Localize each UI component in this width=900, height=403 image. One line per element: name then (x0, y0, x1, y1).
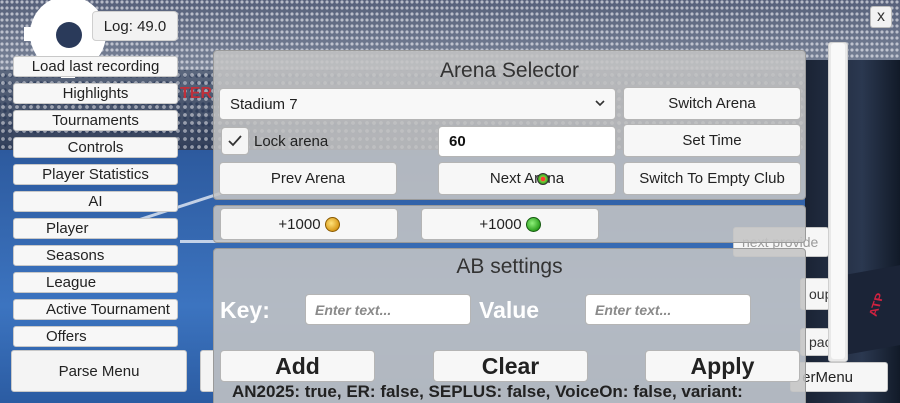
prev-arena-button[interactable]: Prev Arena (219, 162, 397, 195)
parse-menu-button[interactable]: Parse Menu (11, 350, 187, 392)
scrollbar[interactable] (828, 42, 848, 362)
menu-tournaments[interactable]: Tournaments (13, 110, 178, 131)
key-label: Key: (220, 297, 270, 323)
add-coins-button[interactable]: +1000 (220, 208, 398, 240)
key-input[interactable]: Enter text... (305, 294, 471, 325)
menu-player[interactable]: Player (13, 218, 178, 239)
add-gems-label: +1000 (479, 215, 522, 233)
green-gem-icon (525, 216, 541, 232)
add-gems-button[interactable]: +1000 (421, 208, 599, 240)
cursor-indicator-icon (537, 173, 549, 185)
add-coins-label: +1000 (278, 215, 321, 233)
checkmark-icon (228, 135, 242, 147)
clear-button[interactable]: Clear (433, 350, 588, 382)
next-arena-button[interactable]: Next Arena (438, 162, 616, 195)
value-label: Value (479, 297, 540, 323)
arena-dropdown-value: Stadium 7 (230, 95, 298, 113)
menu-ai[interactable]: AI (13, 191, 178, 212)
apply-button[interactable]: Apply (645, 350, 800, 382)
chevron-down-icon (595, 100, 605, 107)
arena-dropdown[interactable]: Stadium 7 (219, 88, 616, 120)
menu-controls[interactable]: Controls (13, 137, 178, 158)
ab-flags-text: AN2025: true, ER: false, SEPLUS: false, … (232, 382, 743, 401)
close-icon[interactable]: x (870, 6, 892, 28)
ab-settings-title: AB settings (456, 255, 563, 278)
arena-selector-title: Arena Selector (440, 59, 579, 82)
menu-seasons[interactable]: Seasons (13, 245, 178, 266)
menu-active-tournament[interactable]: Active Tournament (13, 299, 178, 320)
menu-league[interactable]: League (13, 272, 178, 293)
lock-arena-label: Lock arena (254, 133, 329, 150)
time-input[interactable]: 60 (438, 126, 616, 157)
log-display: Log: 49.0 (92, 11, 178, 41)
menu-player-statistics[interactable]: Player Statistics (13, 164, 178, 185)
gold-coin-icon (324, 216, 340, 232)
sponsor-panel: ATP (845, 265, 900, 355)
lock-arena-checkbox[interactable] (221, 127, 249, 155)
scrollbar-thumb[interactable] (831, 43, 845, 359)
switch-arena-button[interactable]: Switch Arena (623, 87, 801, 120)
partial-button[interactable] (200, 350, 214, 392)
value-input[interactable]: Enter text... (585, 294, 751, 325)
switch-empty-club-button[interactable]: Switch To Empty Club (623, 162, 801, 195)
menu-highlights[interactable]: Highlights (13, 83, 178, 104)
add-button[interactable]: Add (220, 350, 375, 382)
set-time-button[interactable]: Set Time (623, 124, 801, 157)
menu-load-last-recording[interactable]: Load last recording (13, 56, 178, 77)
menu-offers[interactable]: Offers (13, 326, 178, 347)
